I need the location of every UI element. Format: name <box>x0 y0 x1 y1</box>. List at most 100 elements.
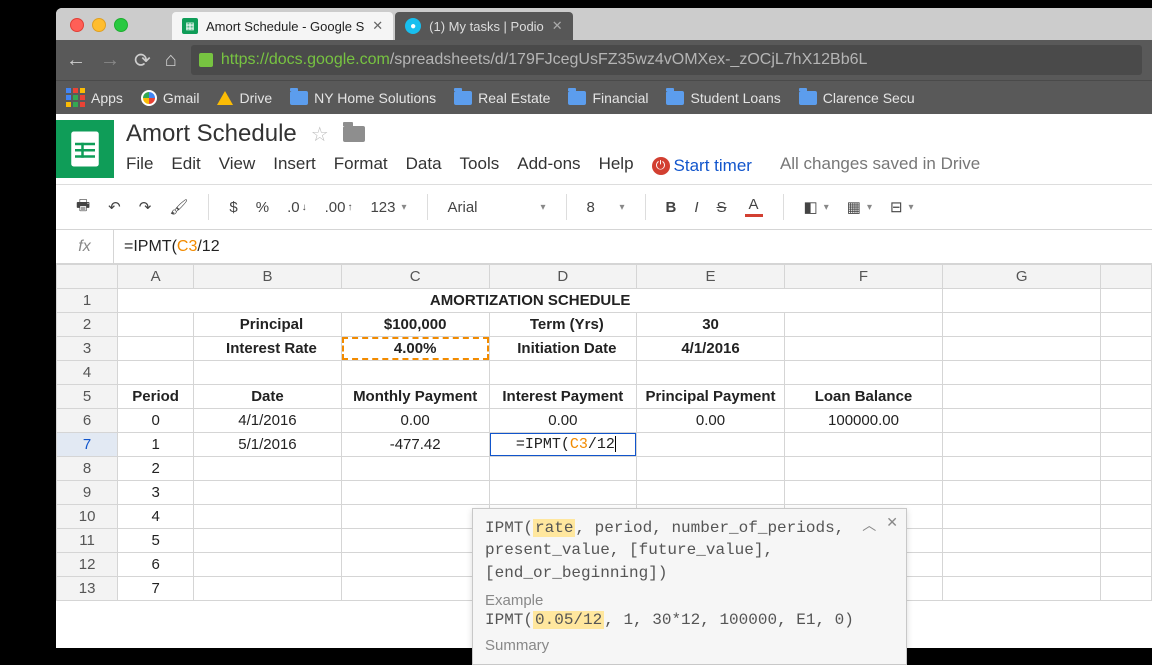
cell[interactable] <box>637 433 785 457</box>
cell[interactable] <box>341 529 489 553</box>
cell[interactable] <box>784 457 942 481</box>
cell[interactable] <box>943 553 1101 577</box>
cell[interactable]: 2 <box>118 457 194 481</box>
sheets-logo-icon[interactable] <box>56 120 114 178</box>
cell[interactable] <box>943 361 1101 385</box>
percent-button[interactable]: % <box>250 195 275 220</box>
cell[interactable] <box>784 361 942 385</box>
cell[interactable] <box>118 361 194 385</box>
cell[interactable]: 5/1/2016 <box>194 433 342 457</box>
cell[interactable] <box>943 505 1101 529</box>
cell[interactable] <box>118 337 194 361</box>
row-header[interactable]: 1 <box>57 289 118 313</box>
cell[interactable] <box>784 337 942 361</box>
cell[interactable]: 0 <box>118 409 194 433</box>
close-tab-icon[interactable]: ✕ <box>372 18 383 34</box>
cell[interactable]: 30 <box>637 313 785 337</box>
home-icon[interactable]: ⌂ <box>165 49 177 72</box>
cell[interactable]: 5 <box>118 529 194 553</box>
row-header[interactable]: 2 <box>57 313 118 337</box>
col-header-g[interactable]: G <box>943 265 1101 289</box>
cell[interactable]: $100,000 <box>341 313 489 337</box>
bookmark-student-loans[interactable]: Student Loans <box>666 90 780 106</box>
cell[interactable] <box>1101 577 1152 601</box>
cell[interactable] <box>784 313 942 337</box>
cell[interactable] <box>194 529 342 553</box>
back-icon[interactable]: ← <box>66 49 86 72</box>
cell[interactable] <box>194 361 342 385</box>
cell[interactable] <box>943 289 1101 313</box>
cell[interactable] <box>943 481 1101 505</box>
row-header[interactable]: 6 <box>57 409 118 433</box>
italic-button[interactable]: I <box>688 195 704 220</box>
more-formats-button[interactable]: 123▾ <box>364 195 412 220</box>
tab-amort-schedule[interactable]: ▦ Amort Schedule - Google S ✕ <box>172 12 393 40</box>
cell[interactable]: 0.00 <box>489 409 637 433</box>
cell[interactable] <box>194 577 342 601</box>
close-window-icon[interactable] <box>70 18 84 32</box>
currency-button[interactable]: $ <box>223 195 243 220</box>
cell[interactable]: Monthly Payment <box>341 385 489 409</box>
bookmark-clarence[interactable]: Clarence Secu <box>799 90 915 106</box>
maximize-window-icon[interactable] <box>114 18 128 32</box>
cell[interactable]: 0.00 <box>341 409 489 433</box>
cell[interactable] <box>341 481 489 505</box>
row-header[interactable]: 5 <box>57 385 118 409</box>
cell[interactable]: 6 <box>118 553 194 577</box>
cell[interactable] <box>637 481 785 505</box>
fill-color-button[interactable]: ◧▾ <box>798 194 835 220</box>
cell-editing[interactable]: =IPMT(C3/12 <box>489 433 637 457</box>
cell[interactable]: Principal <box>194 313 342 337</box>
col-header-b[interactable]: B <box>194 265 342 289</box>
menu-insert[interactable]: Insert <box>273 154 316 174</box>
row-header[interactable]: 4 <box>57 361 118 385</box>
cell[interactable] <box>1101 289 1152 313</box>
cell[interactable] <box>1101 313 1152 337</box>
cell[interactable] <box>341 553 489 577</box>
cell[interactable] <box>943 337 1101 361</box>
col-header-f[interactable]: F <box>784 265 942 289</box>
cell[interactable]: Term (Yrs) <box>489 313 637 337</box>
formula-input[interactable]: =IPMT(C3/12 <box>114 238 1152 256</box>
cell[interactable]: -477.42 <box>341 433 489 457</box>
cell[interactable]: 7 <box>118 577 194 601</box>
close-tab-icon[interactable]: ✕ <box>552 18 563 34</box>
cell[interactable] <box>1101 361 1152 385</box>
row-header[interactable]: 3 <box>57 337 118 361</box>
font-select[interactable]: Arial▾ <box>442 195 552 220</box>
cell[interactable] <box>489 481 637 505</box>
cell[interactable] <box>784 433 942 457</box>
strike-button[interactable]: S <box>711 195 733 220</box>
cell[interactable] <box>194 481 342 505</box>
cell[interactable]: Period <box>118 385 194 409</box>
cell[interactable] <box>1101 481 1152 505</box>
col-header-d[interactable]: D <box>489 265 637 289</box>
col-header-a[interactable]: A <box>118 265 194 289</box>
bookmark-drive[interactable]: Drive <box>217 90 272 106</box>
cell[interactable] <box>194 457 342 481</box>
bookmark-ny-home[interactable]: NY Home Solutions <box>290 90 436 106</box>
cell-referenced[interactable]: 4.00% <box>341 337 489 361</box>
font-size-select[interactable]: 8▾ <box>581 195 631 220</box>
cell[interactable] <box>637 457 785 481</box>
menu-edit[interactable]: Edit <box>171 154 200 174</box>
undo-icon[interactable]: ↶ <box>102 194 127 220</box>
menu-help[interactable]: Help <box>599 154 634 174</box>
cell[interactable]: Interest Rate <box>194 337 342 361</box>
url-input[interactable]: https ://docs.google.com /spreadsheets/d… <box>191 45 1142 75</box>
menu-view[interactable]: View <box>219 154 256 174</box>
menu-addons[interactable]: Add-ons <box>517 154 580 174</box>
cell[interactable]: 1 <box>118 433 194 457</box>
menu-file[interactable]: File <box>126 154 153 174</box>
bookmark-financial[interactable]: Financial <box>568 90 648 106</box>
cell[interactable] <box>489 457 637 481</box>
cell[interactable]: AMORTIZATION SCHEDULE <box>118 289 943 313</box>
cell[interactable] <box>1101 385 1152 409</box>
cell[interactable] <box>943 529 1101 553</box>
col-header-c[interactable]: C <box>341 265 489 289</box>
cell[interactable] <box>784 481 942 505</box>
cell[interactable] <box>1101 457 1152 481</box>
col-header-blank[interactable] <box>1101 265 1152 289</box>
bold-button[interactable]: B <box>660 195 683 220</box>
tab-podio[interactable]: ● (1) My tasks | Podio ✕ <box>395 12 573 40</box>
